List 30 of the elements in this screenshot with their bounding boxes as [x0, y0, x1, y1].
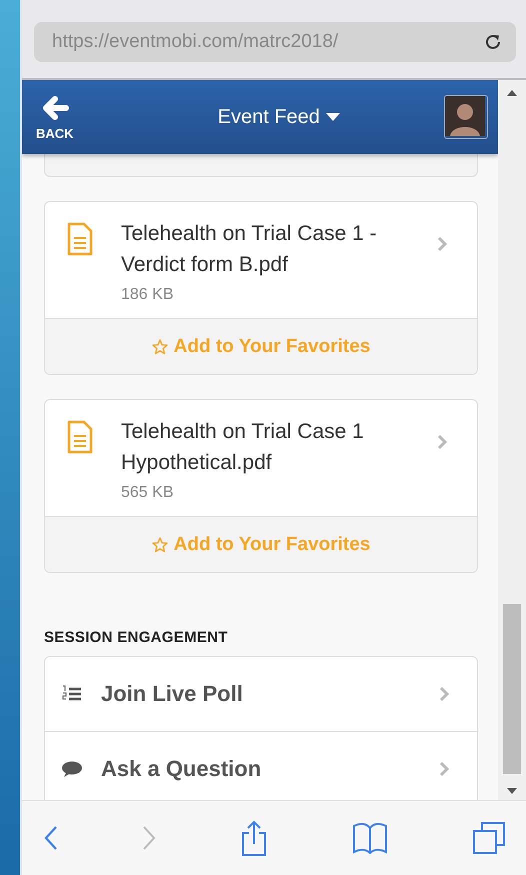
chevron-icon: [437, 434, 447, 450]
url-text: https://eventmobi.com/matrc2018/: [52, 31, 338, 53]
page-title-dropdown[interactable]: Event Feed: [218, 106, 340, 128]
file-size: 186 KB: [121, 286, 174, 304]
file-name: Telehealth on Trial Case 1 - Verdict form B.pdf: [121, 221, 378, 278]
back-button[interactable]: BACK: [36, 94, 74, 140]
chevron-icon: [437, 236, 447, 252]
tabs-icon[interactable]: [472, 821, 506, 855]
star-icon: [152, 536, 168, 552]
forward-nav-icon[interactable]: [142, 825, 156, 851]
avatar-icon[interactable]: [444, 95, 488, 139]
scroll-down-icon[interactable]: [507, 788, 517, 794]
share-icon[interactable]: [240, 820, 268, 856]
file-size: 565 KB: [121, 484, 174, 502]
chevron-icon: [439, 761, 449, 777]
section-heading: SESSION ENGAGEMENT: [44, 629, 229, 646]
caret-icon: [326, 113, 340, 121]
document-icon: [67, 420, 93, 454]
back-nav-icon[interactable]: [44, 825, 58, 851]
book-icon[interactable]: [352, 822, 388, 854]
file-name: Telehealth on Trial Case 1 Hypothetical.pdf: [121, 419, 365, 476]
scrollbar-thumb[interactable]: [503, 604, 521, 774]
scroll-up-icon[interactable]: [507, 90, 517, 96]
speech-bubble-icon: [61, 760, 83, 778]
engagement-item[interactable]: Join Live Poll: [45, 657, 477, 731]
document-item[interactable]: Telehealth on Trial Case 1 Hypothetical.pdf 565 KB: [45, 400, 477, 516]
star-icon: [152, 338, 168, 354]
document-icon: [67, 222, 93, 256]
chevron-icon: [439, 686, 449, 702]
document-item[interactable]: Telehealth on Trial Case 1 - Verdict form B.pdf 186 KB: [45, 202, 477, 318]
